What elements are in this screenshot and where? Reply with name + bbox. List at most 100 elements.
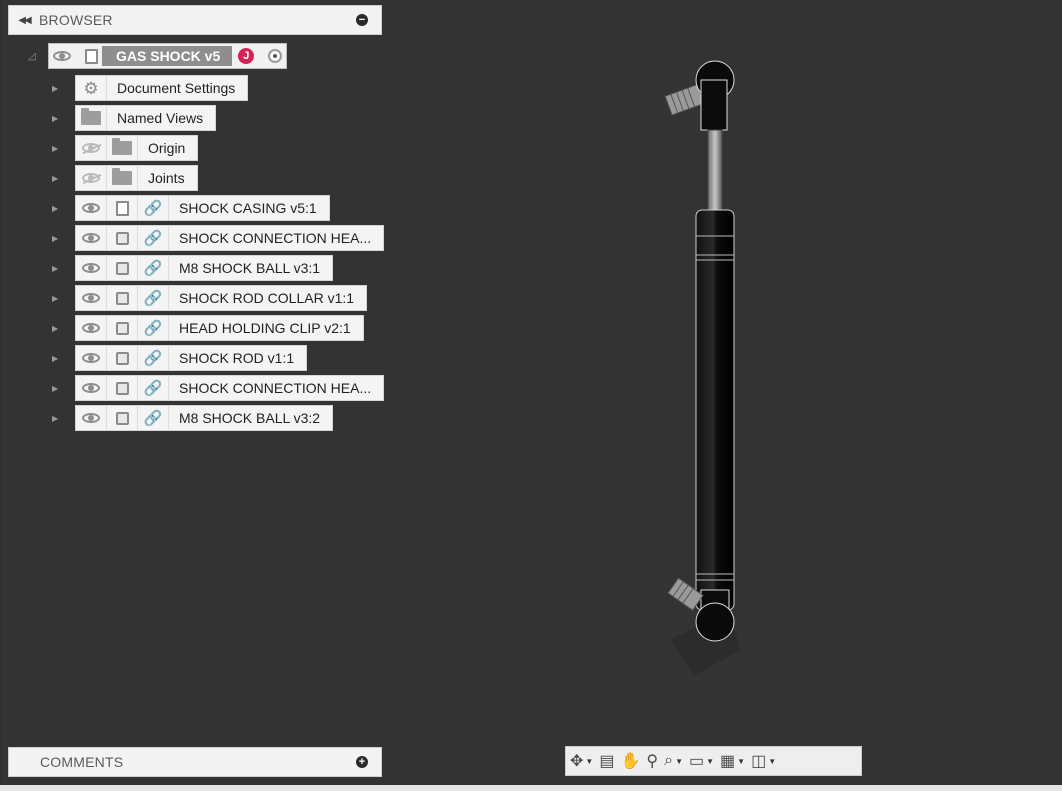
tree-node[interactable]: 🔗 HEAD HOLDING CLIP v2:1 xyxy=(75,315,364,341)
expand-arrow-icon[interactable]: ▶ xyxy=(52,414,75,423)
visibility-eye-icon[interactable] xyxy=(53,51,71,61)
link-icon: 🔗 xyxy=(138,376,169,400)
folder-icon xyxy=(76,106,107,130)
tree-node-label[interactable]: SHOCK CONNECTION HEA... xyxy=(169,230,383,246)
zoom-icon[interactable]: ⚲ xyxy=(646,748,658,774)
component-icon xyxy=(107,406,138,430)
root-component-icon xyxy=(85,48,98,64)
comments-panel-header[interactable]: COMMENTS + xyxy=(8,747,382,777)
tree-row[interactable]: ▶ Origin xyxy=(52,133,384,163)
component-icon xyxy=(107,376,138,400)
component-icon xyxy=(107,316,138,340)
visibility-eye-icon[interactable] xyxy=(76,286,107,310)
tree-node-label[interactable]: SHOCK CONNECTION HEA... xyxy=(169,380,383,396)
tree-row[interactable]: ▶ 🔗 M8 SHOCK BALL v3:2 xyxy=(52,403,384,433)
tree-node[interactable]: ⚙ Document Settings xyxy=(75,75,249,101)
expand-arrow-icon[interactable]: ▶ xyxy=(52,294,75,303)
collapse-panel-icon[interactable]: ◀◀ xyxy=(9,15,39,26)
expand-arrow-icon[interactable]: ▶ xyxy=(52,354,75,363)
grounded-component-icon xyxy=(107,196,138,220)
look-at-icon[interactable]: ▤ xyxy=(599,748,614,774)
tree-node-label[interactable]: HEAD HOLDING CLIP v2:1 xyxy=(169,320,363,336)
link-icon: 🔗 xyxy=(138,256,169,280)
expand-arrow-icon[interactable]: ▶ xyxy=(52,384,75,393)
gear-icon: ⚙ xyxy=(76,76,107,100)
component-icon xyxy=(107,286,138,310)
root-node-row[interactable]: ◿ GAS SHOCK v5 J xyxy=(28,43,288,69)
tree-node[interactable]: Origin xyxy=(75,135,199,161)
gas-shock-3d-model[interactable] xyxy=(600,50,780,700)
comments-title: COMMENTS xyxy=(40,754,124,770)
display-settings-icon[interactable]: ▭ ▼ xyxy=(689,748,714,774)
document-title[interactable]: GAS SHOCK v5 xyxy=(102,46,233,66)
tree-node[interactable]: 🔗 SHOCK ROD v1:1 xyxy=(75,345,308,371)
expand-arrow-icon[interactable]: ▶ xyxy=(52,144,75,153)
tree-row[interactable]: ▶ Joints xyxy=(52,163,384,193)
expand-arrow-icon[interactable]: ▶ xyxy=(52,234,75,243)
tree-node-label[interactable]: Document Settings xyxy=(107,80,247,96)
link-icon: 🔗 xyxy=(138,286,169,310)
visibility-eye-icon[interactable] xyxy=(76,376,107,400)
tree-row[interactable]: ▶ 🔗 SHOCK CASING v5:1 xyxy=(52,193,384,223)
hidden-eye-icon[interactable] xyxy=(76,136,107,160)
tree-node[interactable]: 🔗 SHOCK CASING v5:1 xyxy=(75,195,330,221)
visibility-eye-icon[interactable] xyxy=(76,346,107,370)
visibility-eye-icon[interactable] xyxy=(76,406,107,430)
expand-arrow-icon[interactable]: ▶ xyxy=(52,324,75,333)
tree-node-label[interactable]: SHOCK ROD v1:1 xyxy=(169,350,306,366)
user-avatar-badge[interactable]: J xyxy=(238,48,255,64)
tree-node-label[interactable]: Named Views xyxy=(107,110,215,126)
tree-node[interactable]: 🔗 SHOCK CONNECTION HEA... xyxy=(75,225,385,251)
tree-row[interactable]: ▶ 🔗 HEAD HOLDING CLIP v2:1 xyxy=(52,313,384,343)
browser-minimize-icon[interactable]: − xyxy=(356,14,368,26)
grid-settings-icon[interactable]: ▦ ▼ xyxy=(720,748,745,774)
visibility-eye-icon[interactable] xyxy=(76,256,107,280)
tree-node-label[interactable]: Origin xyxy=(138,140,197,156)
folder-icon xyxy=(107,136,138,160)
browser-title: BROWSER xyxy=(39,12,113,28)
tree-row[interactable]: ▶ 🔗 SHOCK ROD COLLAR v1:1 xyxy=(52,283,384,313)
pan-icon[interactable]: ✋ xyxy=(620,748,640,774)
tree-node[interactable]: 🔗 SHOCK CONNECTION HEA... xyxy=(75,375,385,401)
link-icon: 🔗 xyxy=(138,196,169,220)
visibility-eye-icon[interactable] xyxy=(76,316,107,340)
orbit-icon[interactable]: ✥ ▼ xyxy=(570,748,593,774)
visibility-eye-icon[interactable] xyxy=(76,196,107,220)
add-comment-icon[interactable]: + xyxy=(356,756,368,768)
tree-row[interactable]: ▶ 🔗 SHOCK CONNECTION HEA... xyxy=(52,373,385,403)
tree-row[interactable]: ▶ ⚙ Document Settings xyxy=(52,73,384,103)
tree-node-label[interactable]: SHOCK CASING v5:1 xyxy=(169,200,329,216)
tree-node-label[interactable]: M8 SHOCK BALL v3:1 xyxy=(169,260,332,276)
tree-row[interactable]: ▶ Named Views xyxy=(52,103,384,133)
tree-node-label[interactable]: Joints xyxy=(138,170,197,186)
folder-icon xyxy=(107,166,138,190)
root-node[interactable]: GAS SHOCK v5 J xyxy=(48,43,288,69)
visibility-eye-icon[interactable] xyxy=(76,226,107,250)
browser-panel-header[interactable]: ◀◀ BROWSER − xyxy=(8,5,382,35)
tree-node[interactable]: Joints xyxy=(75,165,198,191)
expand-arrow-icon[interactable]: ▶ xyxy=(52,114,75,123)
viewports-icon[interactable]: ◫ ▼ xyxy=(751,748,776,774)
hidden-eye-icon[interactable] xyxy=(76,166,107,190)
expand-arrow-icon[interactable]: ▶ xyxy=(52,264,75,273)
expand-arrow-icon[interactable]: ▶ xyxy=(52,174,75,183)
activate-radio-icon[interactable] xyxy=(268,49,283,63)
fit-icon[interactable]: ⌕ ▼ xyxy=(664,748,683,774)
component-icon xyxy=(107,346,138,370)
tree-node-label[interactable]: M8 SHOCK BALL v3:2 xyxy=(169,410,332,426)
component-icon xyxy=(107,256,138,280)
tree-node[interactable]: 🔗 SHOCK ROD COLLAR v1:1 xyxy=(75,285,368,311)
tree-row[interactable]: ▶ 🔗 SHOCK ROD v1:1 xyxy=(52,343,384,373)
expand-arrow-icon[interactable]: ▶ xyxy=(52,204,75,213)
tree-node-label[interactable]: SHOCK ROD COLLAR v1:1 xyxy=(169,290,366,306)
tree-row[interactable]: ▶ 🔗 M8 SHOCK BALL v3:1 xyxy=(52,253,384,283)
tree-node[interactable]: Named Views xyxy=(75,105,217,131)
link-icon: 🔗 xyxy=(138,226,169,250)
navigation-toolbar: ✥ ▼ ▤ ✋ ⚲ ⌕ ▼ ▭ ▼ ▦ ▼ ◫ ▼ xyxy=(565,746,862,776)
expand-arrow-icon[interactable]: ▶ xyxy=(52,84,75,93)
tree-node[interactable]: 🔗 M8 SHOCK BALL v3:1 xyxy=(75,255,334,281)
component-icon xyxy=(107,226,138,250)
tree-row[interactable]: ▶ 🔗 SHOCK CONNECTION HEA... xyxy=(52,223,385,253)
root-expand-icon[interactable]: ◿ xyxy=(28,51,48,62)
tree-node[interactable]: 🔗 M8 SHOCK BALL v3:2 xyxy=(75,405,334,431)
